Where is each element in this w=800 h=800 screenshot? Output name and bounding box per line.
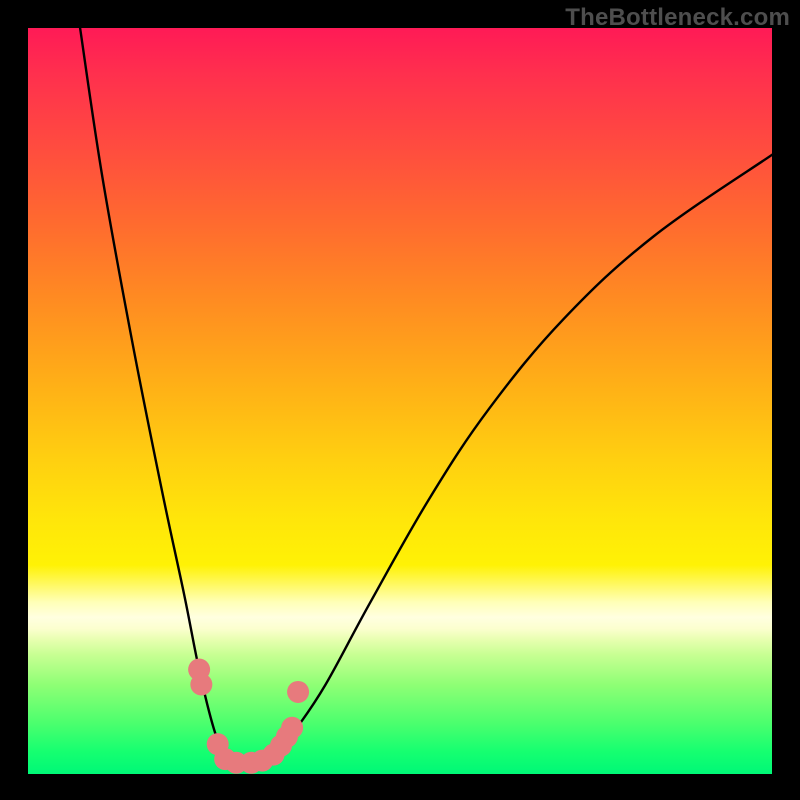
highlight-dot xyxy=(190,673,212,695)
watermark-text: TheBottleneck.com xyxy=(565,4,790,32)
plot-area xyxy=(28,28,772,774)
highlight-dot xyxy=(281,717,303,739)
curve-svg xyxy=(28,28,772,774)
chart-frame: TheBottleneck.com xyxy=(0,0,800,800)
marker-group xyxy=(188,659,309,774)
bottleneck-curve xyxy=(80,28,772,764)
highlight-dot xyxy=(287,681,309,703)
